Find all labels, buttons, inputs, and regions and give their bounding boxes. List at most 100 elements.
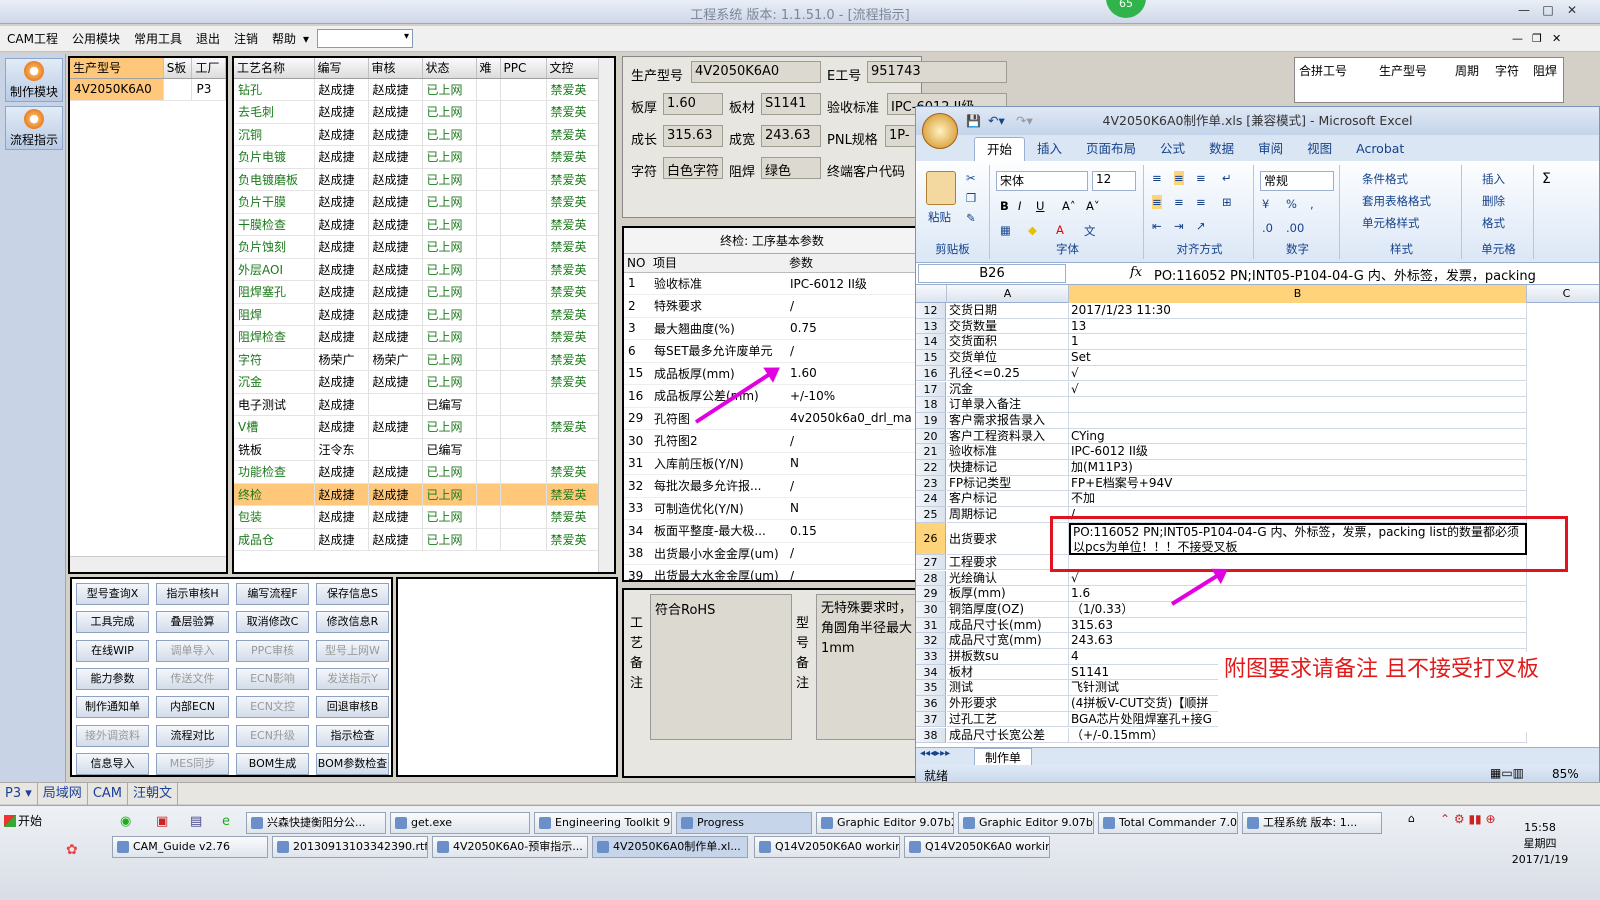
- sheet-row[interactable]: 15 交货单位 Set: [916, 350, 1599, 366]
- menu-logout[interactable]: 注销: [227, 30, 265, 47]
- table-row[interactable]: 钻孔 赵成捷 赵成捷 已上网 禁爱英: [234, 78, 600, 101]
- font-select[interactable]: 宋体: [996, 171, 1088, 191]
- factory-status[interactable]: P3 ▾: [0, 782, 38, 805]
- action-button[interactable]: 在线WIP: [76, 639, 149, 662]
- taskbar-button[interactable]: get.exe: [390, 812, 530, 834]
- taskbar-button[interactable]: Graphic Editor 9.07b2...: [816, 812, 954, 834]
- align-top-icon[interactable]: ≡: [1152, 171, 1162, 185]
- sheet-row[interactable]: 14 交货面积 1: [916, 334, 1599, 351]
- formula-input[interactable]: PO:116052 PN;INT05-P104-04-G 内、外标签，发票，pa…: [1154, 265, 1536, 284]
- table-row[interactable]: V槽 赵成捷 赵成捷 已上网 禁爱英: [234, 415, 600, 439]
- col-header[interactable]: 工厂: [191, 58, 226, 79]
- table-row[interactable]: 铣板 汪令东 已编写: [234, 438, 600, 461]
- row-number[interactable]: 19: [916, 412, 946, 429]
- table-row[interactable]: 阻焊检查 赵成捷 赵成捷 已上网 禁爱英: [234, 325, 600, 349]
- format-painter-icon[interactable]: ✎: [966, 211, 976, 225]
- table-row[interactable]: 成品仓 赵成捷 赵成捷 已上网 禁爱英: [234, 528, 600, 551]
- action-button[interactable]: BOM参数检查: [316, 752, 389, 775]
- action-button[interactable]: 接外调资料: [76, 724, 149, 747]
- row-number[interactable]: 36: [916, 696, 946, 712]
- align-left-icon[interactable]: ≡: [1152, 195, 1162, 209]
- taskbar-button[interactable]: 兴森快捷衡阳分公...: [246, 812, 386, 834]
- mdi-minimize-icon[interactable]: —: [1512, 32, 1523, 45]
- taskbar-button[interactable]: 20130913103342390.rtf...: [272, 836, 428, 858]
- cell-a[interactable]: 成品尺寸长宽公差: [947, 727, 1069, 744]
- indent-decrease-icon[interactable]: ⇤: [1152, 219, 1162, 233]
- sheet-row[interactable]: 16 孔径<=0.25 √: [916, 365, 1599, 382]
- cell-b[interactable]: 243.63: [1069, 633, 1527, 649]
- cell-a[interactable]: 交货单位: [947, 350, 1069, 366]
- col-a-header[interactable]: A: [947, 285, 1069, 303]
- row-number[interactable]: 23: [916, 475, 946, 492]
- table-row[interactable]: 负片电镀 赵成捷 赵成捷 已上网 禁爱英: [234, 145, 600, 169]
- action-button[interactable]: PPC审核: [236, 639, 309, 662]
- zoom-level[interactable]: 85%: [1552, 767, 1579, 781]
- taskbar-button[interactable]: 工程系统 版本: 1...: [1242, 812, 1382, 834]
- cell-b[interactable]: 315.63: [1069, 617, 1527, 634]
- row-number[interactable]: 13: [916, 318, 946, 335]
- cell-a[interactable]: 客户标记: [947, 491, 1069, 508]
- menu-help[interactable]: 帮助: [265, 30, 303, 47]
- cell-a[interactable]: 交货数量: [947, 318, 1069, 335]
- undo-icon[interactable]: ↶▾: [988, 107, 1005, 135]
- cell-a[interactable]: 订单录入备注: [947, 397, 1069, 413]
- nav-make-module[interactable]: ● 制作模块: [5, 58, 63, 102]
- menu-public[interactable]: 公用模块: [65, 30, 127, 47]
- action-button[interactable]: BOM生成: [236, 752, 309, 775]
- table-row[interactable]: 外层AOI 赵成捷 赵成捷 已上网 禁爱英: [234, 258, 600, 281]
- comma-icon[interactable]: ,: [1310, 197, 1314, 211]
- grow-font-icon[interactable]: A˄: [1062, 199, 1076, 213]
- cut-icon[interactable]: ✂: [966, 171, 976, 185]
- table-row[interactable]: 4V2050K6A0 P3: [70, 78, 226, 101]
- merge-icon[interactable]: ⊞: [1222, 195, 1232, 209]
- row-number[interactable]: 25: [916, 507, 946, 523]
- thickness-field[interactable]: 1.60: [663, 93, 723, 115]
- col-header[interactable]: 编写: [314, 58, 369, 79]
- table-row[interactable]: 29 孔符图 4v2050k6a0_drl_ma: [624, 407, 920, 430]
- sum-icon[interactable]: Σ: [1542, 171, 1551, 187]
- table-row[interactable]: 沉金 赵成捷 赵成捷 已上网 禁爱英: [234, 370, 600, 394]
- office-button[interactable]: [922, 113, 958, 149]
- ie-icon[interactable]: e: [222, 814, 230, 829]
- row-number[interactable]: 33: [916, 649, 946, 665]
- table-row[interactable]: 字符 杨荣广 杨荣广 已上网 禁爱英: [234, 348, 600, 371]
- action-button[interactable]: 编写流程F: [236, 583, 309, 605]
- sheet-row[interactable]: 18 订单录入备注: [916, 397, 1599, 413]
- mdi-restore-icon[interactable]: ❐: [1532, 32, 1542, 45]
- cell-a[interactable]: 交货面积: [947, 334, 1069, 351]
- table-row[interactable]: 沉铜 赵成捷 赵成捷 已上网 禁爱英: [234, 123, 600, 146]
- border-icon[interactable]: ▦: [1000, 223, 1011, 237]
- function-icon[interactable]: fx: [1130, 265, 1142, 280]
- action-button[interactable]: ECN升级: [236, 724, 309, 747]
- clock[interactable]: 15:58 星期四 2017/1/19: [1500, 820, 1580, 868]
- cell-a[interactable]: 成品尺寸宽(mm): [947, 633, 1069, 649]
- taskbar-button[interactable]: Graphic Editor 9.07b2...: [958, 812, 1094, 834]
- ribbon-tab[interactable]: 页面布局: [1074, 137, 1148, 161]
- vertical-scrollbar[interactable]: [598, 58, 614, 572]
- cell-a[interactable]: 快捷标记: [947, 460, 1069, 476]
- cell-a[interactable]: FP标记类型: [947, 475, 1069, 492]
- row-number[interactable]: 38: [916, 727, 946, 744]
- ribbon-tab[interactable]: 数据: [1197, 137, 1246, 161]
- action-button[interactable]: 工具完成: [76, 611, 149, 634]
- length-field[interactable]: 315.63: [663, 125, 723, 147]
- col-header[interactable]: 审核: [368, 58, 423, 79]
- cell-a[interactable]: 板材: [947, 664, 1069, 681]
- start-button[interactable]: 开始: [2, 810, 48, 832]
- cell-a[interactable]: 验收标准: [947, 444, 1069, 460]
- row-number[interactable]: 21: [916, 444, 946, 460]
- table-row[interactable]: 负电镀磨板 赵成捷 赵成捷 已上网 禁爱英: [234, 168, 600, 191]
- table-row[interactable]: 2 特殊要求 /: [624, 294, 920, 318]
- model-note-field[interactable]: 无特殊要求时，角圆角半径最大1mm: [816, 594, 920, 740]
- table-row[interactable]: 负片蚀刻 赵成捷 赵成捷 已上网 禁爱英: [234, 235, 600, 259]
- bold-icon[interactable]: B: [1000, 199, 1009, 213]
- action-button[interactable]: 发送指示Y: [316, 667, 389, 690]
- action-button[interactable]: MES同步: [156, 752, 229, 775]
- currency-icon[interactable]: ¥: [1262, 197, 1269, 211]
- table-row[interactable]: 阻焊塞孔 赵成捷 赵成捷 已上网 禁爱英: [234, 280, 600, 304]
- row-number[interactable]: 27: [916, 554, 946, 571]
- horizontal-scrollbar[interactable]: [70, 556, 226, 572]
- action-button[interactable]: 指示审核H: [156, 583, 229, 605]
- cell-b[interactable]: 13: [1069, 318, 1527, 335]
- sheet-row[interactable]: 24 客户标记 不加: [916, 491, 1599, 508]
